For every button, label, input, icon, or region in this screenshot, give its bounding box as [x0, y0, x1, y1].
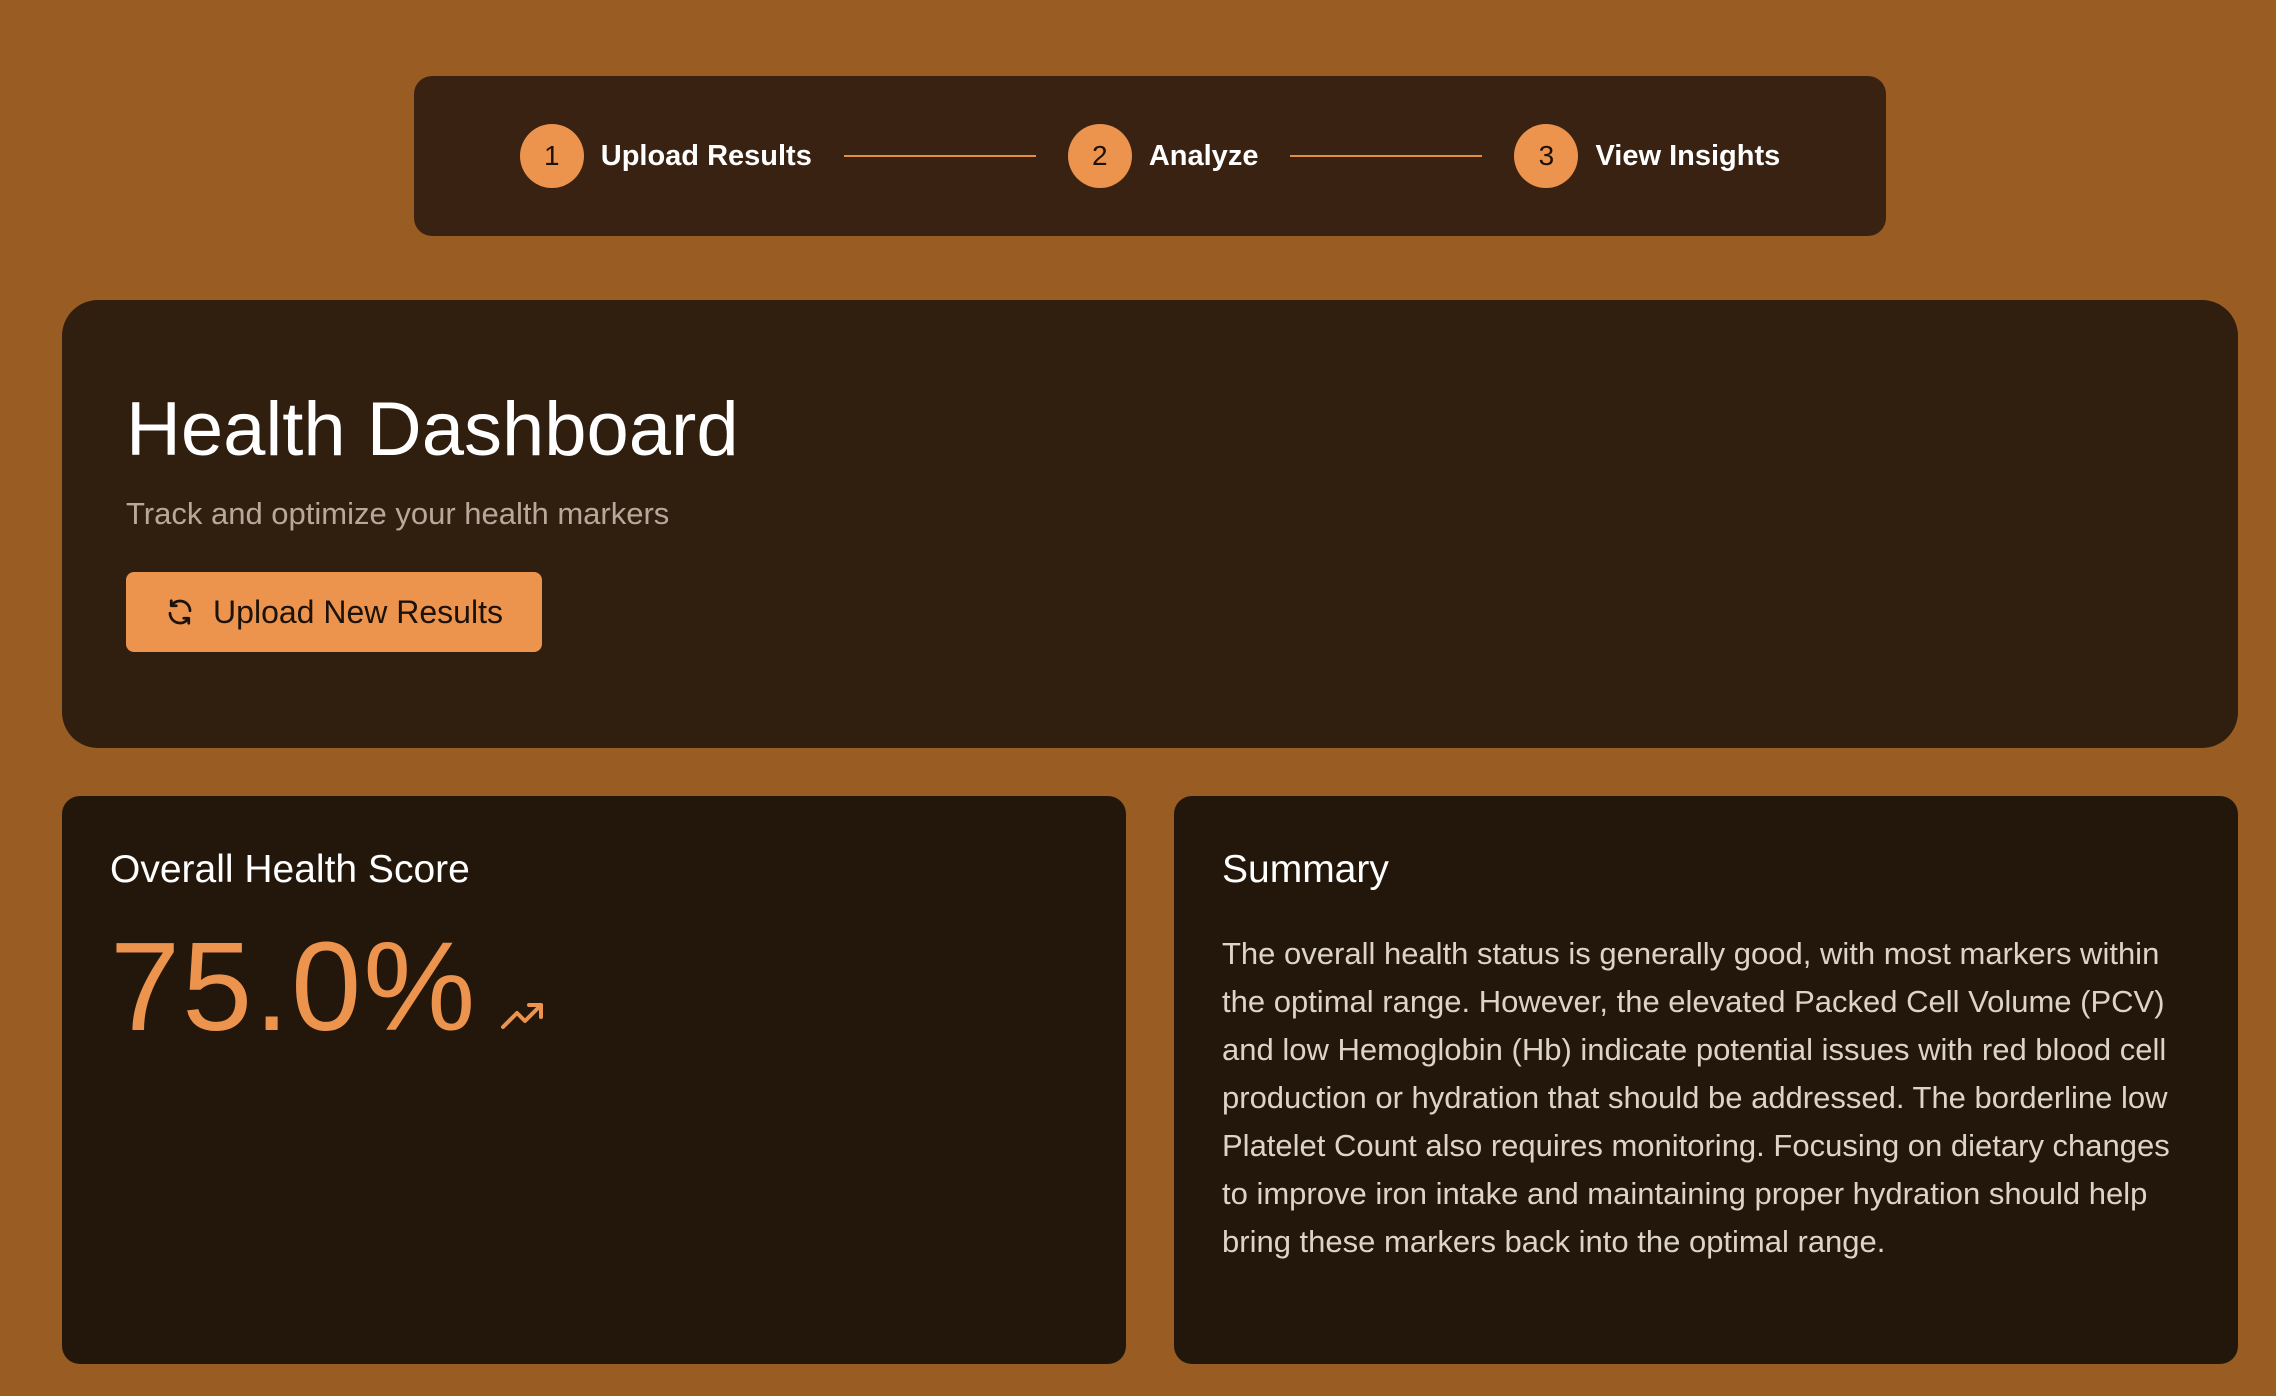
trending-up-icon: [499, 999, 547, 1036]
refresh-icon: [165, 597, 195, 627]
step-number: 3: [1514, 124, 1579, 188]
step-label: Analyze: [1148, 139, 1259, 172]
summary-card-title: Summary: [1222, 848, 1389, 891]
dashboard-header-card: Health Dashboard Track and optimize your…: [62, 300, 2238, 748]
summary-text: The overall health status is generally g…: [1222, 936, 2170, 1259]
score-card-title: Overall Health Score: [110, 848, 470, 891]
step-upload-results[interactable]: 1 Upload Results: [519, 124, 812, 188]
progress-stepper: 1 Upload Results 2 Analyze 3 View Insigh…: [414, 76, 1886, 236]
health-score-value: 75.0%: [110, 916, 478, 1057]
upload-new-results-button[interactable]: Upload New Results: [126, 572, 542, 652]
step-number: 1: [519, 124, 584, 188]
score-display: 75.0%: [110, 924, 547, 1050]
step-analyze[interactable]: 2 Analyze: [1067, 124, 1259, 188]
upload-button-label: Upload New Results: [213, 593, 503, 630]
page-title: Health Dashboard: [126, 387, 739, 472]
step-view-insights[interactable]: 3 View Insights: [1514, 124, 1780, 188]
summary-card: Summary The overall health status is gen…: [1174, 796, 2238, 1364]
step-label: View Insights: [1595, 139, 1781, 172]
step-connector: [843, 155, 1036, 157]
step-connector: [1290, 155, 1483, 157]
step-number: 2: [1067, 124, 1132, 188]
step-label: Upload Results: [600, 139, 812, 172]
overall-health-score-card: Overall Health Score 75.0%: [62, 796, 1126, 1364]
page-subtitle: Track and optimize your health markers: [126, 496, 670, 531]
